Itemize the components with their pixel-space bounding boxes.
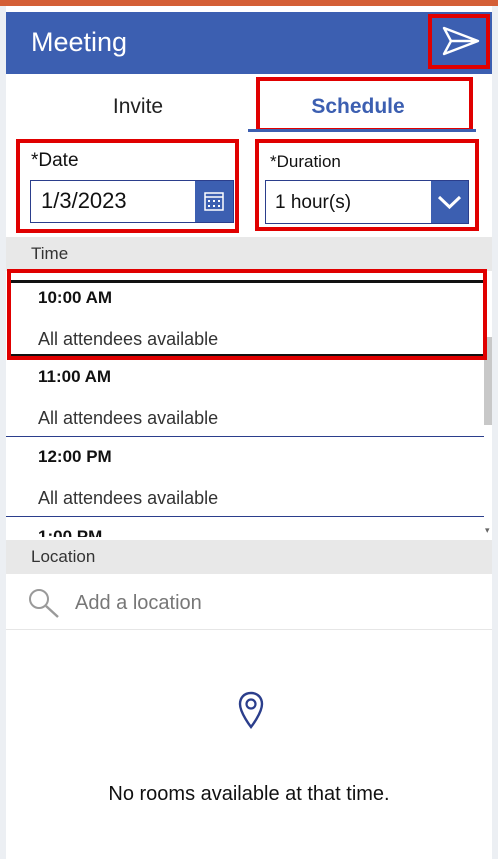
- chevron-down-icon: [437, 195, 462, 210]
- slot-status: All attendees available: [38, 488, 219, 508]
- tab-selected-indicator: [248, 129, 476, 132]
- right-edge: [492, 6, 498, 859]
- send-icon: [442, 26, 480, 56]
- location-pin-icon: [236, 690, 266, 732]
- time-slot[interactable]: 11:00 AM All attendees available: [6, 357, 484, 437]
- slot-time: 12:00 PM: [38, 447, 112, 466]
- time-slot[interactable]: 12:00 PM All attendees available: [6, 437, 484, 517]
- date-value: 1/3/2023: [41, 188, 127, 213]
- slot-status: All attendees available: [38, 408, 219, 428]
- tab-schedule[interactable]: Schedule: [260, 92, 456, 122]
- location-search[interactable]: Add a location: [6, 574, 492, 630]
- duration-value: 1 hour(s): [275, 192, 352, 213]
- date-label: *Date: [31, 150, 79, 171]
- scroll-down-arrow[interactable]: ▾: [485, 525, 490, 536]
- duration-label: *Duration: [270, 152, 341, 171]
- calendar-icon: [204, 192, 224, 211]
- slot-time: 1:00 PM: [38, 527, 103, 537]
- empty-rooms-message: No rooms available at that time.: [108, 783, 390, 805]
- page-title: Meeting: [31, 27, 128, 57]
- time-section-header: Time: [6, 237, 492, 271]
- time-slot-highlight: [7, 269, 487, 360]
- time-slot[interactable]: 1:00 PM: [6, 517, 484, 537]
- top-stripe: [0, 0, 498, 6]
- location-input-placeholder: Add a location: [75, 592, 202, 614]
- location-section-header: Location: [6, 540, 492, 574]
- tab-invite[interactable]: Invite: [70, 92, 206, 122]
- search-icon: [29, 589, 59, 618]
- slot-time: 11:00 AM: [38, 367, 112, 386]
- send-button[interactable]: [441, 25, 481, 57]
- duration-dropdown-button[interactable]: [431, 181, 468, 223]
- calendar-button[interactable]: [195, 181, 233, 222]
